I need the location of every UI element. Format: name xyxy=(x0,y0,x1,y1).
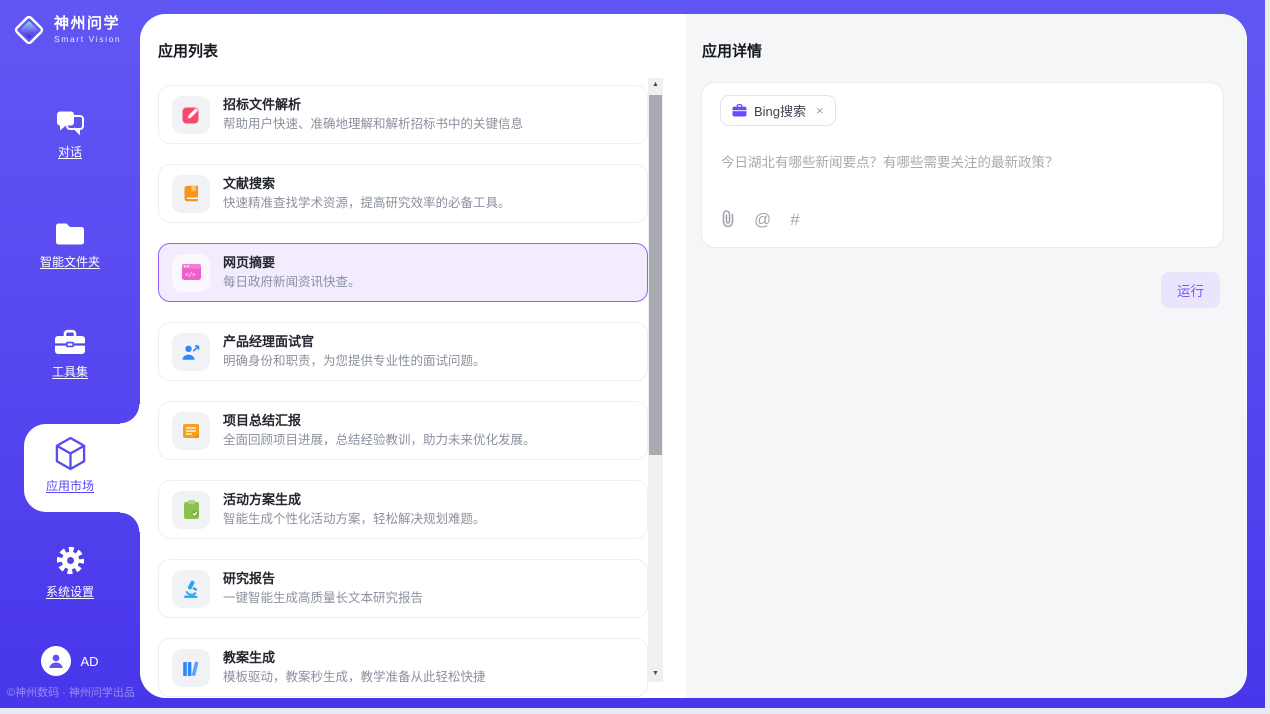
purple-frame: 神州问学 Smart Vision 对话 智能文件夹 xyxy=(0,0,1265,708)
tool-tag-bing-search: Bing搜索 × xyxy=(720,95,836,126)
sidebar-item-label: 系统设置 xyxy=(46,583,94,600)
user-initials: AD xyxy=(80,654,98,669)
sidebar-item-chat[interactable]: 对话 xyxy=(0,109,140,160)
app-card-literature-search[interactable]: 文献搜索 快速精准查找学术资源，提高研究效率的必备工具。 xyxy=(158,164,648,223)
app-card-desc: 模板驱动，教案秒生成，教学准备从此轻松快捷 xyxy=(223,671,486,684)
svg-text:</>: </> xyxy=(185,272,196,279)
run-button[interactable]: 运行 xyxy=(1161,272,1220,308)
sidebar-item-label: 智能文件夹 xyxy=(40,253,100,270)
app-card-title: 产品经理面试官 xyxy=(223,335,486,348)
app-detail-title: 应用详情 xyxy=(702,40,762,61)
brand-logo: 神州问学 Smart Vision xyxy=(11,12,121,48)
sidebar-item-label: 应用市场 xyxy=(46,477,94,494)
app-card-title: 网页摘要 xyxy=(223,256,361,269)
brand-name: 神州问学 xyxy=(54,16,121,33)
query-text[interactable]: 今日湖北有哪些新闻要点？有哪些需要关注的最新政策？ xyxy=(721,151,1059,171)
hash-icon[interactable]: # xyxy=(790,211,799,228)
app-detail-pane: 应用详情 Bing搜索 × 今日湖北有哪些新闻要点？有哪些需要关注的最新政策？ xyxy=(686,14,1247,698)
scroll-up-icon[interactable]: ▲ xyxy=(648,81,663,88)
app-card-web-summary[interactable]: </> 网页摘要 每日政府新闻资讯快查。 xyxy=(158,243,648,302)
toolbox-icon xyxy=(53,329,87,357)
scrollbar-thumb[interactable] xyxy=(649,95,662,455)
content-panel: 应用列表 招标文件解析 帮助用户快速、准确地理解和解析招标书中的关键信息 xyxy=(140,14,1247,698)
close-icon[interactable]: × xyxy=(816,103,824,118)
diamond-logo-icon xyxy=(11,12,47,48)
gear-icon xyxy=(54,544,87,577)
app-card-title: 项目总结汇报 xyxy=(223,414,536,427)
app-list-pane: 应用列表 招标文件解析 帮助用户快速、准确地理解和解析招标书中的关键信息 xyxy=(140,14,686,698)
scroll-down-icon[interactable]: ▼ xyxy=(648,670,663,677)
app-card-title: 文献搜索 xyxy=(223,177,511,190)
app-card-bid-parse[interactable]: 招标文件解析 帮助用户快速、准确地理解和解析招标书中的关键信息 xyxy=(158,85,648,144)
briefcase-icon xyxy=(732,104,747,117)
app-card-lesson-plan[interactable]: 教案生成 模板驱动，教案秒生成，教学准备从此轻松快捷 xyxy=(158,638,648,697)
app-card-title: 活动方案生成 xyxy=(223,493,486,506)
chat-icon xyxy=(55,109,85,137)
bubble-fillet-top xyxy=(120,404,140,424)
app-card-pm-interviewer[interactable]: 产品经理面试官 明确身份和职责，为您提供专业性的面试问题。 xyxy=(158,322,648,381)
book-icon xyxy=(172,175,210,213)
clipboard-check-icon xyxy=(172,491,210,529)
app-card-desc: 快速精准查找学术资源，提高研究效率的必备工具。 xyxy=(223,197,511,210)
sidebar-item-toolset[interactable]: 工具集 xyxy=(0,329,140,380)
folder-icon xyxy=(54,221,86,247)
composer-toolbar: @ # xyxy=(721,209,800,229)
cube-icon xyxy=(54,436,87,471)
sidebar-item-label: 工具集 xyxy=(52,363,88,380)
paperclip-icon[interactable] xyxy=(721,209,735,229)
list-scrollbar[interactable]: ▲ ▼ xyxy=(648,78,663,682)
app-card-desc: 一键智能生成高质量长文本研究报告 xyxy=(223,592,423,605)
app-card-desc: 每日政府新闻资讯快查。 xyxy=(223,276,361,289)
books-icon xyxy=(172,649,210,687)
app-card-activity-plan[interactable]: 活动方案生成 智能生成个性化活动方案，轻松解决规划难题。 xyxy=(158,480,648,539)
app-window: 神州问学 Smart Vision 对话 智能文件夹 xyxy=(0,0,1270,714)
note-icon xyxy=(172,412,210,450)
app-card-desc: 明确身份和职责，为您提供专业性的面试问题。 xyxy=(223,355,486,368)
microscope-icon xyxy=(172,570,210,608)
app-card-title: 招标文件解析 xyxy=(223,98,523,111)
query-composer[interactable]: Bing搜索 × 今日湖北有哪些新闻要点？有哪些需要关注的最新政策？ @ # xyxy=(701,82,1224,248)
app-card-project-summary[interactable]: 项目总结汇报 全面回顾项目进展，总结经验教训，助力未来优化发展。 xyxy=(158,401,648,460)
browser-code-icon: </> xyxy=(172,254,210,292)
sidebar-item-settings[interactable]: 系统设置 xyxy=(0,544,140,600)
app-card-list: 招标文件解析 帮助用户快速、准确地理解和解析招标书中的关键信息 文献搜索 快 xyxy=(158,85,648,698)
person-chart-icon xyxy=(172,333,210,371)
app-card-desc: 全面回顾项目进展，总结经验教训，助力未来优化发展。 xyxy=(223,434,536,447)
app-card-title: 教案生成 xyxy=(223,651,486,664)
bubble-fillet-bottom xyxy=(120,512,140,532)
person-icon xyxy=(47,652,65,670)
sidebar-item-app-market[interactable]: 应用市场 xyxy=(0,436,140,494)
copyright-text: ©神州数码 · 神州问学出品 xyxy=(7,684,135,700)
sidebar-item-smart-folder[interactable]: 智能文件夹 xyxy=(0,221,140,270)
app-list-title: 应用列表 xyxy=(158,40,218,61)
at-icon[interactable]: @ xyxy=(754,211,771,228)
app-card-title: 研究报告 xyxy=(223,572,423,585)
pencil-square-icon xyxy=(172,96,210,134)
app-card-desc: 帮助用户快速、准确地理解和解析招标书中的关键信息 xyxy=(223,118,523,131)
tool-tag-label: Bing搜索 xyxy=(754,101,806,120)
user-account[interactable]: AD xyxy=(0,646,140,676)
sidebar-item-label: 对话 xyxy=(58,143,82,160)
app-card-desc: 智能生成个性化活动方案，轻松解决规划难题。 xyxy=(223,513,486,526)
avatar xyxy=(41,646,71,676)
app-card-research-report[interactable]: 研究报告 一键智能生成高质量长文本研究报告 xyxy=(158,559,648,618)
brand-subtitle: Smart Vision xyxy=(54,34,121,44)
